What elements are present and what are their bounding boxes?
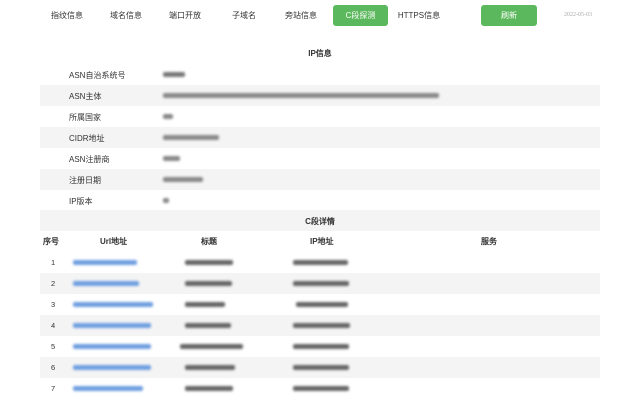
col-header-service: 服务: [481, 237, 497, 246]
redacted-ip: [293, 323, 350, 328]
url-link[interactable]: [73, 260, 137, 265]
redacted-title: [185, 323, 231, 328]
info-row-asn-number: ASN自治系统号: [40, 64, 600, 85]
info-row-asn-entity: ASN主体: [40, 85, 600, 106]
info-label: 注册日期: [69, 176, 101, 185]
info-row-country: 所属国家: [40, 106, 600, 127]
url-link[interactable]: [73, 281, 139, 286]
info-label: CIDR地址: [69, 134, 105, 143]
url-link[interactable]: [73, 323, 151, 328]
col-header-url: Url地址: [100, 237, 128, 246]
info-row-register-date: 注册日期: [40, 169, 600, 190]
col-header-index: 序号: [43, 237, 59, 246]
row-index: 1: [51, 258, 56, 267]
info-row-asn-registrar: ASN注册商: [40, 148, 600, 169]
table-row: 5: [40, 336, 600, 357]
table-row: 1: [40, 252, 600, 273]
table-row: 3: [40, 294, 600, 315]
redacted-value: [163, 177, 203, 182]
redacted-value: [163, 93, 439, 98]
redacted-value: [163, 135, 219, 140]
tab-c-segment[interactable]: C段探测: [333, 5, 388, 26]
info-label: 所属国家: [69, 113, 101, 122]
table-row: 6: [40, 357, 600, 378]
col-header-ip: IP地址: [310, 237, 334, 246]
redacted-value: [163, 72, 185, 77]
redacted-value: [163, 114, 173, 119]
info-label: IP版本: [69, 197, 93, 206]
tab-domain-info[interactable]: 域名信息: [103, 5, 149, 26]
row-index: 4: [51, 321, 56, 330]
tab-https-info[interactable]: HTTPS信息: [392, 5, 446, 26]
redacted-ip: [293, 386, 349, 391]
url-link[interactable]: [73, 302, 153, 307]
row-index: 3: [51, 300, 56, 309]
info-row-ip-version: IP版本: [40, 190, 600, 211]
redacted-title: [180, 344, 243, 349]
redacted-ip: [293, 281, 349, 286]
url-link[interactable]: [73, 365, 151, 370]
url-link[interactable]: [73, 344, 151, 349]
c-detail-title: C段详情: [305, 217, 335, 226]
date-label: 2022-05-03: [564, 12, 592, 18]
tab-subdomains[interactable]: 子域名: [222, 5, 266, 26]
info-label: ASN主体: [69, 92, 102, 101]
row-index: 7: [51, 384, 56, 393]
table-row: 2: [40, 273, 600, 294]
redacted-ip: [293, 260, 348, 265]
table-row: 7: [40, 378, 600, 399]
tab-sibling-sites[interactable]: 旁站信息: [278, 5, 324, 26]
url-link[interactable]: [73, 386, 143, 391]
redacted-title: [185, 386, 233, 391]
redacted-title: [185, 302, 225, 307]
ip-info-title: IP信息: [308, 49, 332, 58]
redacted-ip: [296, 302, 348, 307]
redacted-ip: [293, 365, 349, 370]
redacted-title: [185, 260, 233, 265]
refresh-button[interactable]: 刷新: [481, 5, 537, 26]
redacted-title: [185, 365, 235, 370]
row-index: 2: [51, 279, 56, 288]
row-index: 6: [51, 363, 56, 372]
tab-fingerprint[interactable]: 指纹信息: [44, 5, 90, 26]
redacted-value: [163, 156, 180, 161]
redacted-ip: [293, 344, 349, 349]
info-row-cidr: CIDR地址: [40, 127, 600, 148]
row-index: 5: [51, 342, 56, 351]
tab-bar: 指纹信息 域名信息 端口开放 子域名 旁站信息 C段探测 HTTPS信息 刷新 …: [0, 0, 633, 28]
info-label: ASN自治系统号: [69, 71, 126, 80]
info-label: ASN注册商: [69, 155, 110, 164]
col-header-title: 标题: [201, 237, 217, 246]
redacted-value: [163, 198, 169, 203]
tab-open-ports[interactable]: 端口开放: [162, 5, 208, 26]
redacted-title: [185, 281, 232, 286]
table-row: 4: [40, 315, 600, 336]
